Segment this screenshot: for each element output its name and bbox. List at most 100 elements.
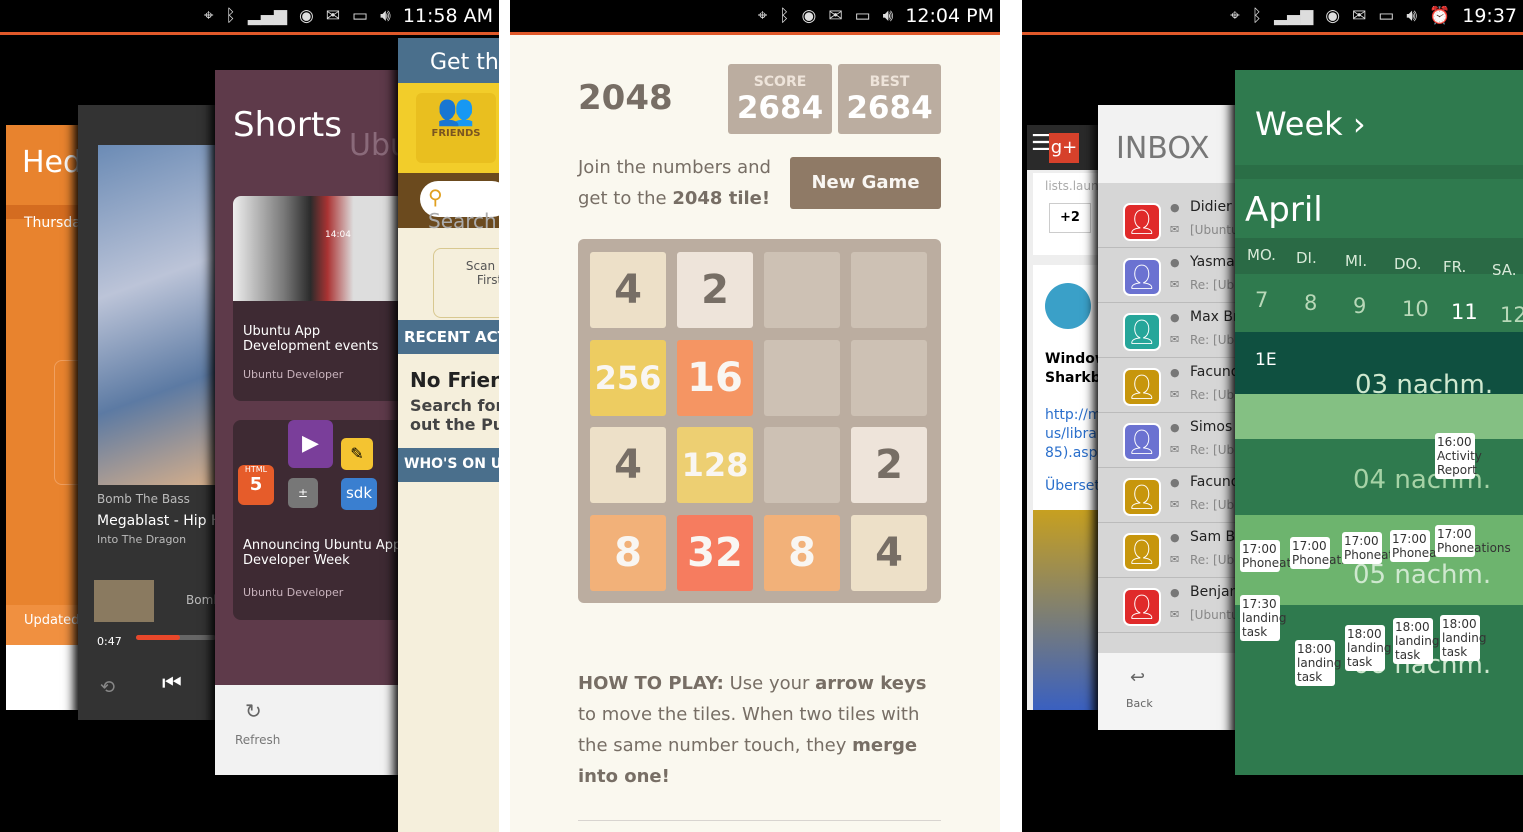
friends-icon: 👥 [437,93,475,128]
calendar-event[interactable]: 18:00 landing task [1345,625,1391,671]
tile: 2 [851,427,927,503]
calendar-event[interactable]: 17:00 Phoneations [1342,532,1418,564]
volume-icon: 🔊︎ [380,6,391,26]
news-item-1[interactable]: 14:04 Ubuntu App Development events Ubun… [233,196,405,401]
scan-box[interactable]: Scan y First, [433,248,499,318]
person-icon: ● [1170,586,1180,599]
news-source-1: Ubuntu Developer [243,368,344,381]
network-icon: ◉ [298,6,314,26]
empty-cell [851,339,927,416]
calendar-event[interactable]: 17:00 Phoneations [1290,537,1366,569]
refresh-icon[interactable]: ↻ [245,699,262,723]
calculator-icon: ± [288,478,318,508]
calendar-event[interactable]: 17:00 Phoneations [1390,530,1466,562]
right-phone: ☰ g+ lists.launc +2 Windows Sharkbo http:/… [1022,0,1523,832]
envelope-icon: ✉ [1170,223,1180,236]
network-icon: ◉ [801,6,817,26]
clock: 11:58 AM [402,5,493,27]
date-cell[interactable]: 7 [1255,288,1268,312]
subject: [Ubuntu [1190,223,1239,237]
link[interactable]: http://m [1045,407,1102,423]
location-icon: ⌖ [1230,6,1240,26]
calendar-event[interactable]: 17:00 Phoneations [1240,540,1316,572]
person-icon: ● [1170,311,1180,324]
tile: 8 [590,514,666,591]
no-friends-title: No Friend [410,368,499,392]
album-art [98,145,223,485]
back-button[interactable]: Back [1126,697,1153,710]
mail-icon: ✉ [828,6,843,26]
video-icon: ▶ [288,420,333,468]
subject: Re: [Ubu [1190,443,1242,457]
event-activity-report[interactable]: 16:00 Activity Report [1435,433,1482,479]
previous-icon[interactable]: ⏮ [162,671,182,696]
status-bar: ⌖ ᛒ ▂▄▆ ◉ ✉ ▭ 🔊︎ ⏰ 19:37 [1022,0,1523,35]
friends-button[interactable]: 👥 FRIENDS [416,93,496,163]
person-icon: ● [1170,476,1180,489]
mail-item[interactable]: 👤︎ ● Yasmar ✉ Re: [Ubu [1098,248,1242,303]
weekday-label: DI. [1296,249,1317,267]
mail-item[interactable]: 👤︎ ● Didier ✉ [Ubuntu [1098,193,1239,248]
mail-item[interactable]: 👤︎ ● Facund ✉ Re: [Ubu [1098,358,1242,413]
score-value: 2684 [736,90,824,126]
music-album: Into The Dragon [97,533,187,546]
status-bar: ⌖ ᛒ ◉ ✉ ▭ 🔊︎ 12:04 PM [510,0,1000,35]
clock: 19:37 [1462,5,1517,27]
tile: 2 [677,252,753,328]
refresh-button[interactable]: Refresh [235,733,280,747]
date-cell[interactable]: 10 [1402,297,1429,321]
contact-avatar-icon: 👤︎ [1123,533,1161,571]
mail-item[interactable]: 👤︎ ● Facund ✉ Re: [Ubu [1098,468,1242,523]
calendar-event[interactable]: 17:30 landing task [1240,595,1286,641]
status-bar: ⌖ ᛒ ▂▄▆ ◉ ✉ ▭ 🔊︎ 11:58 AM [0,0,499,35]
weekday-label: MI. [1345,252,1368,270]
inbox-title: INBOX [1116,131,1210,166]
date-cell[interactable]: 11 [1451,300,1478,324]
network-icon: ◉ [1325,6,1341,26]
calendar-event[interactable]: 17:00 Phoneations [1435,525,1511,557]
mail-item[interactable]: 👤︎ ● Simos X ✉ Re: [Ubu [1098,413,1246,468]
shorts-card[interactable]: Shorts Ubu 14:04 Ubuntu App Development … [215,70,405,775]
mail-item[interactable]: 👤︎ ● Benjam ✉ [Ubuntu [1098,578,1243,633]
calendar-card[interactable]: Week › April 2 MO.DI.MI.DO.FR.SA. 789101… [1235,70,1523,775]
contact-avatar-icon: 👤︎ [1123,588,1161,626]
new-game-button[interactable]: New Game [790,157,941,209]
gplus-logo: g+ [1049,133,1079,163]
social-card[interactable]: Get the 👥FRIENDS ⚲ Search Scan y First, … [398,38,499,832]
mail-item[interactable]: 👤︎ ● Sam Bu ✉ Re: [Ubu [1098,523,1244,578]
view-selector[interactable]: Week › [1255,105,1366,143]
social-title: Get the [430,50,499,75]
date-cell[interactable]: 12 [1500,303,1523,327]
game-board[interactable]: 4 2 256 16 4 128 2 8 32 8 4 [578,239,941,603]
date-cell[interactable]: 9 [1353,294,1366,318]
search-for-text: Search for [410,396,499,415]
best-value: 2684 [846,90,933,126]
contact-avatar-icon: 👤︎ [1123,203,1161,241]
calendar-event[interactable]: 18:00 landing task [1440,615,1486,661]
volume-icon: 🔊︎ [882,6,894,26]
plus-one-button[interactable]: +2 [1049,203,1091,233]
calendar-event[interactable]: 18:00 landing task [1393,618,1439,664]
score-box: SCORE 2684 [728,64,832,134]
mail-item[interactable]: 👤︎ ● Max Br ✉ Re: [Ubu [1098,303,1242,358]
menu-icon[interactable]: ☰ [1031,131,1051,156]
person-icon: ● [1170,201,1180,214]
mail-icon: ✉ [325,6,341,26]
location-icon: ⌖ [203,6,214,26]
signal-icon: ▂▄▆ [247,6,287,26]
search-input[interactable]: ⚲ Search [420,181,499,233]
bluetooth-icon: ᛒ [225,6,236,26]
back-icon[interactable]: ↩ [1130,667,1145,688]
tile: 256 [590,339,666,416]
news-item-2[interactable]: HTML 5 ▶ ✎ ± sdk Announcing Ubuntu App De… [233,420,405,620]
tile: 32 [677,514,753,591]
progress-track[interactable] [136,635,216,640]
hedge-day: Thursda [24,215,81,231]
envelope-icon: ✉ [1170,388,1180,401]
repeat-icon[interactable]: ⟲ [100,677,115,698]
date-cell[interactable]: 8 [1304,291,1317,315]
contact-avatar-icon: 👤︎ [1123,258,1161,296]
music-card[interactable]: Bomb The Bass Megablast - Hip H Into The… [78,105,223,720]
calendar-event[interactable]: 18:00 landing task [1295,640,1341,686]
alarm-icon: ⏰ [1429,6,1451,26]
